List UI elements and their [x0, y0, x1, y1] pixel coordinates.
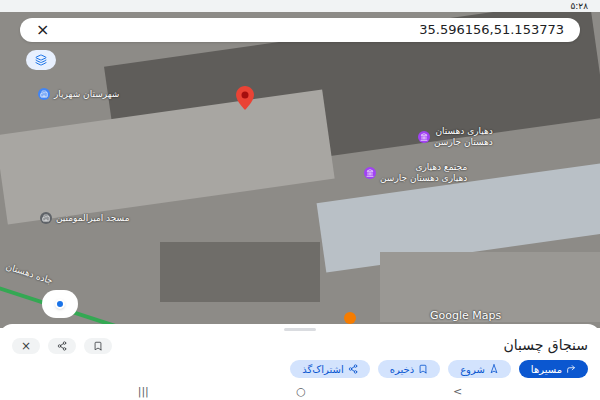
sheet-title: سنجاق چسبان — [504, 335, 589, 356]
label-text: مجتمع دهیاری — [415, 162, 467, 173]
map-label[interactable]: شهرستان شهریار — [38, 88, 119, 100]
sheet-handle[interactable] — [284, 328, 316, 331]
action-button[interactable]: ذخیره — [378, 360, 440, 378]
action-button[interactable]: اشتراک‌گذ — [290, 360, 369, 378]
search-bar[interactable]: × 35.596156,51.153773 — [20, 18, 580, 42]
label-text: دهیاری دهستان جارسن — [380, 173, 467, 184]
save-button[interactable] — [84, 338, 112, 354]
location-dot-icon — [55, 299, 65, 309]
map-watermark: Google Maps — [430, 308, 501, 325]
status-bar: ۵:۲۸ — [0, 0, 600, 12]
action-icon — [489, 364, 499, 374]
map-label[interactable]: مسجد امیرالمومنین — [40, 212, 129, 224]
nav-bar: ||| ○ < — [0, 382, 600, 400]
status-time: ۵:۲۸ — [570, 2, 588, 11]
place-icon — [38, 88, 50, 100]
action-row: مسیرها شروع ذخیره اشتراک‌گذ — [12, 360, 588, 378]
search-close-button[interactable]: × — [36, 22, 49, 38]
share-button[interactable] — [48, 338, 76, 354]
road-label: جاده دهستان — [4, 260, 55, 288]
food-icon — [344, 312, 356, 324]
layers-button[interactable] — [26, 50, 56, 70]
action-icon — [566, 364, 576, 374]
my-location-button[interactable] — [42, 290, 78, 318]
sheet-header: سنجاق چسبان × — [12, 335, 588, 356]
pin-icon[interactable] — [236, 86, 254, 110]
close-button[interactable]: × — [12, 338, 40, 354]
action-button[interactable]: شروع — [448, 360, 511, 378]
action-icon — [418, 364, 428, 374]
place-icon — [364, 167, 376, 179]
nav-button[interactable]: ||| — [138, 386, 149, 397]
label-text: مسجد امیرالمومنین — [56, 213, 129, 224]
place-icon — [40, 212, 52, 224]
map[interactable]: جاده دهستان × 35.596156,51.153773 شهرستان ش… — [0, 12, 600, 328]
map-label[interactable]: مجتمع دهیاریدهیاری دهستان جارسن — [364, 162, 467, 184]
label-text: دهستان جارسن — [434, 137, 493, 148]
nav-button[interactable]: ○ — [296, 386, 306, 397]
bookmark-icon — [93, 341, 103, 351]
map-label[interactable]: دهیاری دهستاندهستان جارسن — [418, 126, 493, 148]
place-icon — [418, 131, 430, 143]
map-block — [160, 242, 320, 302]
share-icon — [57, 341, 67, 351]
bottom-sheet: سنجاق چسبان × مسیرها شروع ذخیره اشتراک‌گذ — [0, 324, 600, 382]
screen: ۵:۲۸ جاده دهستان × 35.596156,51.153773 شهرست… — [0, 0, 600, 400]
action-icon — [348, 364, 358, 374]
action-button[interactable]: مسیرها — [519, 360, 588, 378]
layers-icon — [35, 54, 47, 66]
label-text: شهرستان شهریار — [54, 89, 119, 100]
nav-button[interactable]: < — [453, 386, 462, 397]
search-query[interactable]: 35.596156,51.153773 — [419, 20, 564, 40]
label-text: دهیاری دهستان — [435, 126, 492, 137]
